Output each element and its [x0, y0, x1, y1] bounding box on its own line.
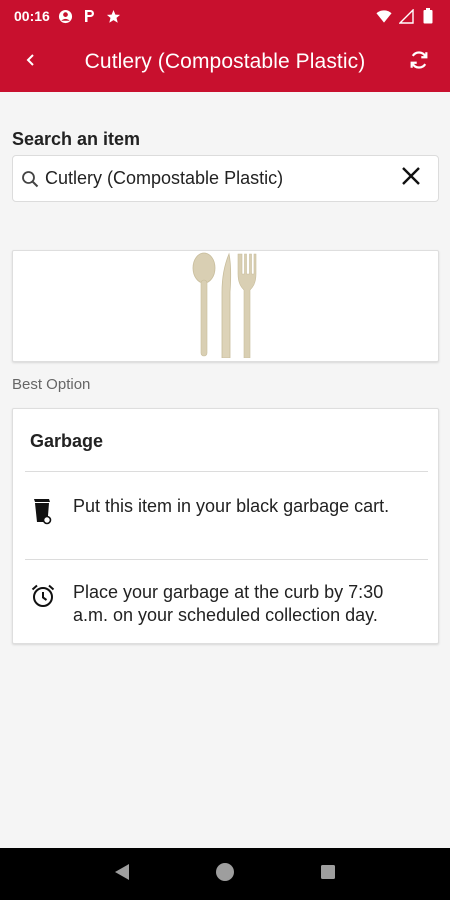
collection-time-instruction: Place your garbage at the curb by 7:30 a…: [73, 582, 384, 625]
battery-icon: [420, 8, 436, 24]
cutlery-image: [191, 250, 261, 363]
divider: [25, 559, 428, 560]
refresh-button[interactable]: [388, 32, 450, 92]
status-time: 00:16: [14, 8, 50, 24]
page-title: Cutlery (Compostable Plastic): [84, 50, 366, 73]
disposal-heading: Garbage: [30, 431, 104, 451]
star-icon: [106, 8, 122, 24]
chevron-left-icon: [25, 53, 37, 72]
best-option-label: Best Option: [12, 376, 91, 393]
system-nav-bar: [0, 848, 450, 900]
nav-back-button[interactable]: [102, 854, 142, 894]
nav-recents-button[interactable]: [308, 854, 348, 894]
recents-square-icon: [320, 864, 336, 885]
search-label: Search an item: [12, 129, 141, 149]
divider: [25, 471, 428, 472]
search-field[interactable]: Cutlery (Compostable Plastic): [12, 155, 439, 202]
garbage-cart-instruction: Put this item in your black garbage cart…: [73, 496, 390, 516]
item-image-card: [12, 250, 439, 362]
search-icon: [15, 155, 45, 202]
triangle-back-icon: [114, 863, 130, 886]
best-option-card: Garbage Put this item in your black garb…: [12, 408, 439, 644]
garbage-cart-icon: [13, 495, 73, 525]
list-item: Put this item in your black garbage cart…: [13, 495, 438, 525]
nav-home-button[interactable]: [205, 854, 245, 894]
list-item: Place your garbage at the curb by 7:30 a…: [13, 581, 438, 627]
wifi-icon: [376, 8, 392, 24]
parking-icon: [82, 8, 98, 24]
status-bar: 00:16: [0, 0, 450, 32]
search-input[interactable]: Cutlery (Compostable Plastic): [45, 168, 384, 189]
clear-search-button[interactable]: [384, 155, 438, 202]
refresh-icon: [408, 49, 430, 76]
close-icon: [401, 166, 421, 191]
back-button[interactable]: [0, 32, 62, 92]
main-content: Search an item Cutlery (Compostable Plas…: [0, 92, 450, 848]
account-circle-icon: [58, 8, 74, 24]
app-bar: Cutlery (Compostable Plastic): [0, 32, 450, 92]
alarm-clock-icon: [13, 581, 73, 609]
signal-icon: [398, 8, 414, 24]
home-circle-icon: [214, 861, 236, 888]
